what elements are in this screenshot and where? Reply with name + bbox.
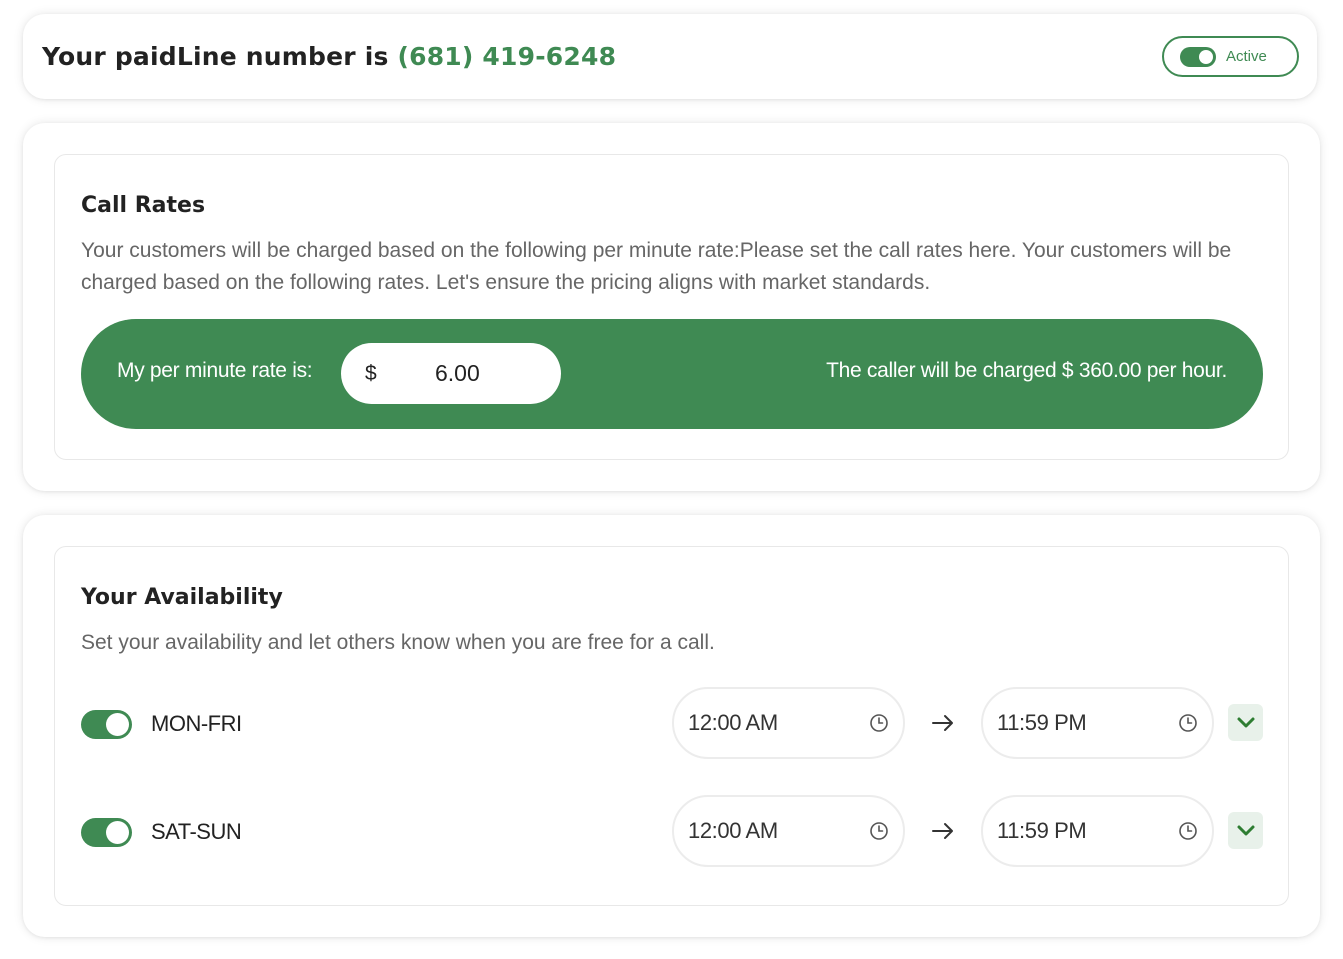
- availability-description: Set your availability and let others kno…: [81, 631, 715, 654]
- arrow-right-icon: [932, 715, 953, 731]
- sat-sun-start-time[interactable]: 12:00 AM: [672, 795, 905, 867]
- call-rates-panel: Call Rates Your customers will be charge…: [54, 154, 1289, 460]
- active-status-label: Active: [1226, 48, 1267, 65]
- end-time-value: 11:59 PM: [997, 710, 1087, 735]
- paidline-phone-number: (681) 419-6248: [397, 42, 617, 71]
- mon-fri-toggle[interactable]: [81, 710, 132, 739]
- active-status-toggle[interactable]: Active: [1162, 36, 1299, 77]
- call-rates-description: Your customers will be charged based on …: [81, 239, 1232, 294]
- availability-title: Your Availability: [81, 585, 283, 610]
- call-rates-card: Call Rates Your customers will be charge…: [23, 123, 1320, 491]
- active-toggle-switch[interactable]: [1180, 46, 1216, 67]
- clock-icon: [870, 822, 888, 840]
- clock-icon: [1179, 714, 1197, 732]
- rate-bar: My per minute rate is: $ The caller will…: [81, 319, 1263, 429]
- clock-icon: [870, 714, 888, 732]
- chevron-down-icon: [1237, 717, 1254, 727]
- clock-icon: [1179, 822, 1197, 840]
- sat-sun-expand-button[interactable]: [1228, 812, 1263, 849]
- sat-sun-toggle[interactable]: [81, 818, 132, 847]
- availability-row-sat-sun: SAT-SUN 12:00 AM 11:59 PM: [81, 795, 1263, 867]
- mon-fri-end-time[interactable]: 11:59 PM: [981, 687, 1214, 759]
- currency-symbol: $: [365, 361, 377, 385]
- end-time-value: 11:59 PM: [997, 818, 1087, 843]
- availability-row-mon-fri: MON-FRI 12:00 AM 11:59 PM: [81, 687, 1263, 759]
- mon-fri-expand-button[interactable]: [1228, 704, 1263, 741]
- paidline-number-prefix: Your paidLine number is: [42, 42, 398, 71]
- sat-sun-end-time[interactable]: 11:59 PM: [981, 795, 1214, 867]
- paidline-header-card: Your paidLine number is (681) 419-6248 A…: [23, 14, 1317, 99]
- rate-input[interactable]: [435, 360, 545, 387]
- availability-card: Your Availability Set your availability …: [23, 515, 1320, 937]
- start-time-value: 12:00 AM: [688, 818, 778, 843]
- call-rates-title: Call Rates: [81, 193, 206, 218]
- rate-input-field[interactable]: $: [341, 343, 561, 404]
- chevron-down-icon: [1237, 825, 1254, 835]
- hourly-charge-text: The caller will be charged $ 360.00 per …: [826, 359, 1227, 382]
- mon-fri-label: MON-FRI: [151, 711, 242, 736]
- start-time-value: 12:00 AM: [688, 710, 778, 735]
- sat-sun-label: SAT-SUN: [151, 819, 242, 844]
- rate-label: My per minute rate is:: [117, 359, 313, 382]
- mon-fri-start-time[interactable]: 12:00 AM: [672, 687, 905, 759]
- paidline-number-heading: Your paidLine number is (681) 419-6248: [42, 42, 616, 71]
- arrow-right-icon: [932, 823, 953, 839]
- availability-panel: Your Availability Set your availability …: [54, 546, 1289, 906]
